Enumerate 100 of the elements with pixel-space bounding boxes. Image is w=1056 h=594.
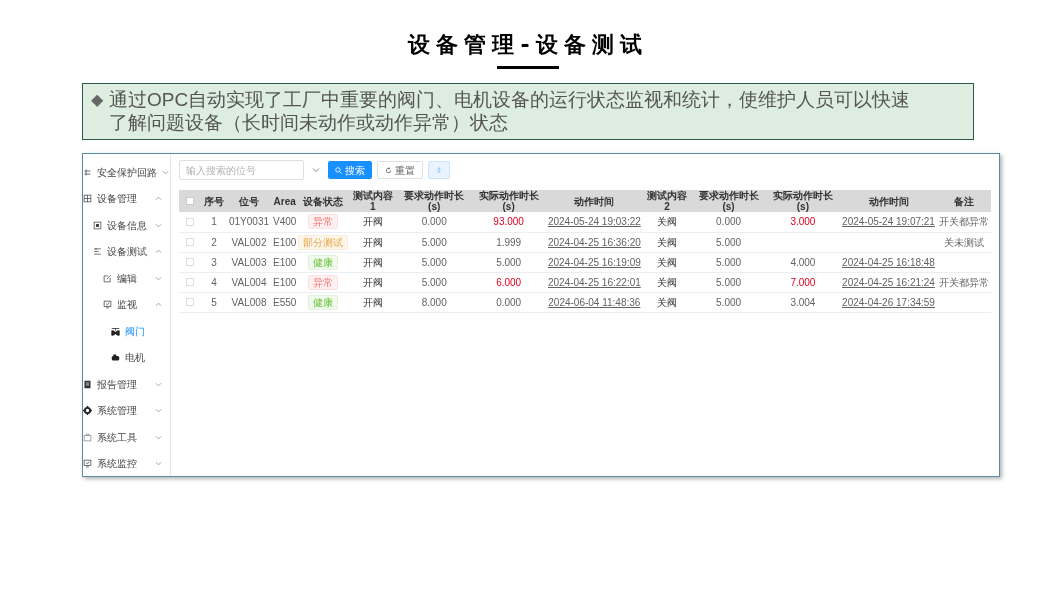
column-header: 要求动作时长(s) — [397, 190, 472, 212]
table-cell: 5.000 — [496, 256, 522, 268]
reset-button[interactable]: 重置 — [377, 161, 423, 179]
table-cell: 开关都异常 — [938, 216, 989, 228]
valve-icon — [111, 326, 120, 336]
menu-item[interactable]: 监视 — [83, 291, 170, 318]
column-header: 备注 — [936, 190, 991, 212]
square-icon — [93, 220, 102, 230]
table-cell: E100 — [273, 276, 297, 288]
table-cell: 5.000 — [421, 276, 447, 288]
table-cell: 4.000 — [790, 256, 816, 268]
menu-item[interactable]: 系统监控 — [83, 450, 170, 476]
edit-icon — [103, 273, 112, 283]
time-link[interactable]: 2024-05-24 19:03:22 — [547, 216, 641, 228]
chevron-down-icon — [155, 221, 162, 229]
column-header: 序号 — [201, 190, 227, 212]
column-header: 测试内容2 — [642, 190, 692, 212]
table-cell: 开阀 — [362, 296, 383, 308]
table-cell: 3.004 — [790, 296, 816, 308]
column-header: 测试内容1 — [348, 190, 397, 212]
list-icon — [93, 247, 102, 257]
menu-item[interactable]: 设备管理 — [83, 185, 170, 212]
refresh-icon — [385, 166, 392, 174]
table-cell: V400 — [273, 216, 297, 228]
menu-item[interactable]: 报告管理 — [83, 371, 170, 398]
table-cell: 开阀 — [362, 256, 383, 268]
table-cell: 5.000 — [421, 236, 447, 248]
expand-button[interactable] — [428, 161, 450, 179]
status-tag: 异常 — [308, 214, 339, 230]
table-cell: 5.000 — [716, 256, 742, 268]
time-link[interactable]: 2024-04-25 16:18:48 — [842, 256, 935, 268]
column-header: 动作时间 — [840, 190, 937, 212]
table-cell: VAL003 — [231, 256, 267, 268]
table-cell: VAL008 — [231, 296, 267, 308]
table-cell: 开关都异常 — [938, 276, 989, 288]
gear-icon — [83, 406, 92, 416]
menu-item[interactable]: 设备测试 — [83, 238, 170, 265]
table-cell: 6.000 — [496, 276, 522, 288]
checkbox[interactable] — [186, 298, 194, 306]
table-cell: 01Y0031 — [229, 216, 270, 228]
status-tag: 健康 — [308, 294, 339, 310]
table-cell: 2 — [211, 236, 217, 248]
column-header: 位号 — [227, 190, 272, 212]
column-header: 实际动作时长(s) — [471, 190, 546, 212]
table-cell: 开阀 — [362, 276, 383, 288]
table-cell: 7.000 — [790, 276, 816, 288]
table-cell: 开阀 — [362, 236, 383, 248]
menu-item[interactable]: 电机 — [83, 344, 170, 371]
table-cell: 8.000 — [421, 296, 447, 308]
column-header: 设备状态 — [298, 190, 349, 212]
menu-item[interactable]: 编辑 — [83, 265, 170, 292]
table-cell: 3.000 — [790, 216, 816, 228]
time-link[interactable]: 2024-04-25 16:19:09 — [547, 256, 641, 268]
column-header: 动作时间 — [545, 190, 643, 212]
table-cell: 关阀 — [657, 256, 678, 268]
column-header: 要求动作时长(s) — [691, 190, 766, 212]
chevron-down-icon[interactable] — [312, 166, 320, 174]
toolbox-icon — [83, 432, 92, 442]
table-cell: 3 — [211, 256, 217, 268]
checkbox[interactable] — [186, 217, 194, 226]
table-cell: VAL004 — [231, 276, 267, 288]
chevron-up-icon — [155, 301, 162, 309]
table-cell: 93.000 — [493, 216, 524, 228]
time-link[interactable]: 2024-06-04 11:48:36 — [548, 296, 641, 308]
search-field[interactable]: 输入搜索的位号 — [179, 160, 304, 180]
checkbox[interactable] — [186, 238, 194, 246]
checkbox[interactable] — [186, 258, 194, 266]
table-cell: 关阀 — [657, 236, 678, 248]
callout-text: 通过OPC自动实现了工厂中重要的阀门、电机设备的运行状态监视和统计，使维护人员可以快速了解问题设备（长时间未动作或动作异常）状态 — [109, 88, 912, 135]
chevron-down-icon — [155, 433, 162, 441]
time-link[interactable]: 2024-04-25 16:22:01 — [547, 276, 641, 288]
chevron-up-icon — [155, 248, 162, 256]
table-cell: 0.000 — [421, 216, 447, 228]
monitor-icon — [103, 300, 112, 310]
column-header: 实际动作时长(s) — [765, 190, 841, 212]
monitor-icon — [83, 459, 92, 469]
table-cell: E550 — [273, 296, 297, 308]
checkbox[interactable] — [186, 278, 194, 286]
time-link[interactable]: 2024-04-25 16:21:24 — [842, 276, 935, 288]
menu-item[interactable]: 系统工具 — [83, 424, 170, 451]
time-link[interactable]: 2024-04-25 16:36:20 — [547, 236, 641, 248]
table-cell: 0.000 — [716, 216, 742, 228]
chevron-down-icon — [155, 380, 162, 388]
menu-item[interactable]: 设备信息 — [83, 212, 170, 239]
table-cell: 5 — [211, 296, 217, 308]
chevron-down-icon — [155, 460, 162, 468]
table-cell: 5.000 — [716, 296, 742, 308]
menu-item[interactable]: 系统管理 — [83, 397, 170, 424]
search-icon — [335, 166, 342, 174]
table-cell: 关未测试 — [943, 236, 984, 248]
sort-icon — [436, 167, 442, 173]
grid-icon — [83, 194, 92, 204]
menu-item[interactable]: 安全保护回路 — [83, 159, 170, 186]
table-cell: 关阀 — [657, 216, 678, 228]
time-link[interactable]: 2024-04-26 17:34:59 — [842, 296, 935, 308]
checkbox[interactable] — [186, 197, 194, 205]
slide-title: 设备管理-设备测试 — [408, 34, 648, 56]
chevron-down-icon — [155, 274, 162, 282]
time-link[interactable]: 2024-05-24 19:07:21 — [842, 216, 935, 228]
status-tag: 部分测试 — [298, 234, 349, 250]
